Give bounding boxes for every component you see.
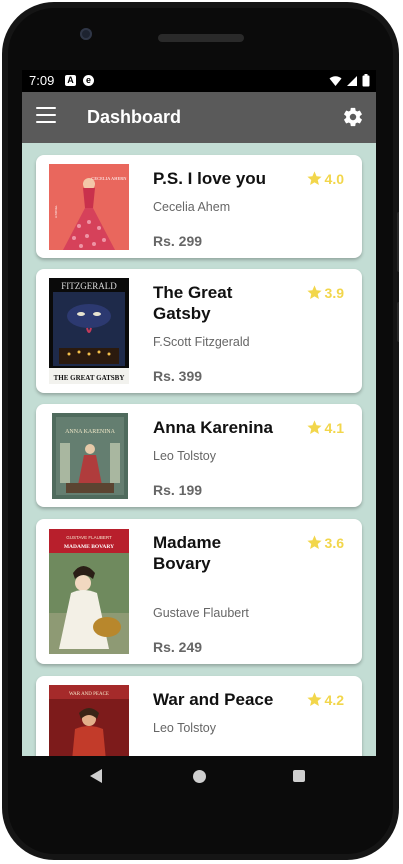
book-card[interactable]: WAR AND PEACE War and Peace Leo Tolstoy … (36, 676, 362, 756)
app-bar: Dashboard (22, 92, 376, 143)
book-price: Rs. 399 (153, 368, 203, 384)
cover-sub-text: A NOVEL (54, 205, 58, 218)
cover-sub-text: MADAME BOVARY (64, 544, 114, 550)
book-title: The Great Gatsby (153, 283, 233, 323)
hamburger-icon[interactable] (36, 107, 56, 125)
power-button (397, 302, 399, 342)
book-cover-image: FITZGERALD THE GREAT GATSBY (49, 278, 129, 384)
book-card[interactable]: GUSTAVE FLAUBERT MADAME BOVARY Madame Bo… (36, 519, 362, 664)
volume-button (397, 212, 399, 272)
cover-illustration: ANNA KARENINA (52, 413, 128, 499)
book-rating: 4.0 (306, 170, 344, 187)
star-icon (306, 692, 322, 707)
cover-title-text: WAR AND PEACE (69, 692, 109, 697)
book-rating: 3.6 (306, 534, 344, 551)
front-camera (80, 28, 92, 40)
cover-author-text: GUSTAVE FLAUBERT (66, 535, 112, 540)
book-cover-image: GUSTAVE FLAUBERT MADAME BOVARY (49, 529, 129, 654)
status-bar: 7:09 A e (22, 70, 376, 92)
rating-value: 4.2 (324, 691, 344, 708)
book-rating: 4.1 (306, 419, 344, 436)
book-title: Anna Karenina (153, 418, 273, 437)
book-author: F.Scott Fitzgerald (153, 335, 250, 349)
book-cover-image: ANNA KARENINA (52, 413, 128, 499)
star-icon (306, 420, 322, 435)
notification-a-icon: A (65, 75, 76, 86)
signal-icon (347, 75, 357, 86)
rating-value: 3.6 (324, 534, 344, 551)
cover-title-text: ANNA KARENINA (65, 429, 115, 435)
book-price: Rs. 249 (153, 639, 203, 655)
book-card[interactable]: FITZGERALD THE GREAT GATSBY The Great Ga… (36, 269, 362, 393)
cover-author-text: FITZGERALD (61, 281, 117, 291)
book-cover-image: WAR AND PEACE (49, 685, 129, 756)
book-list: CECELIA AHERN A NOVEL P.S. I love you Ce… (22, 143, 376, 756)
book-author: Leo Tolstoy (153, 721, 217, 735)
rating-value: 4.0 (324, 170, 344, 187)
book-author: Cecelia Ahem (153, 200, 231, 214)
speaker-grille (158, 34, 244, 42)
page-title: Dashboard (87, 107, 182, 127)
book-price: Rs. 299 (153, 233, 203, 249)
star-icon (306, 535, 322, 550)
book-card[interactable]: CECELIA AHERN A NOVEL P.S. I love you Ce… (36, 155, 362, 258)
cover-illustration: FITZGERALD THE GREAT GATSBY (49, 278, 129, 384)
book-author: Gustave Flaubert (153, 606, 249, 620)
back-icon[interactable] (90, 769, 102, 783)
gear-icon[interactable] (342, 106, 364, 128)
app-screen: 7:09 A e Dashboard CECELIA AHERN A NOVEL… (22, 70, 376, 756)
star-icon (306, 171, 322, 186)
recent-apps-icon[interactable] (293, 770, 305, 782)
book-rating: 4.2 (306, 691, 344, 708)
notification-b-icon: e (83, 75, 94, 86)
cover-illustration: GUSTAVE FLAUBERT MADAME BOVARY (49, 529, 129, 654)
system-nav-bar (22, 756, 376, 798)
book-title: P.S. I love you (153, 169, 267, 188)
book-cover-image: CECELIA AHERN A NOVEL (49, 164, 129, 250)
status-time: 7:09 (29, 73, 55, 88)
rating-value: 4.1 (324, 419, 344, 436)
book-rating: 3.9 (306, 284, 344, 301)
rating-value: 3.9 (324, 284, 344, 301)
cover-illustration: CECELIA AHERN A NOVEL (49, 164, 129, 250)
book-price: Rs. 199 (153, 482, 203, 498)
cover-sub-text: THE GREAT GATSBY (54, 374, 125, 382)
book-author: Leo Tolstoy (153, 449, 217, 463)
cover-illustration: WAR AND PEACE (49, 685, 129, 756)
star-icon (306, 285, 322, 300)
cover-author-text: CECELIA AHERN (91, 176, 127, 181)
book-title: War and Peace (153, 690, 274, 709)
book-title: Madame Bovary (153, 533, 222, 573)
home-icon[interactable] (193, 770, 206, 783)
book-card[interactable]: ANNA KARENINA Anna Karenina Leo Tolstoy … (36, 404, 362, 507)
status-icons (329, 74, 370, 87)
battery-icon (362, 74, 370, 87)
wifi-icon (329, 75, 342, 86)
